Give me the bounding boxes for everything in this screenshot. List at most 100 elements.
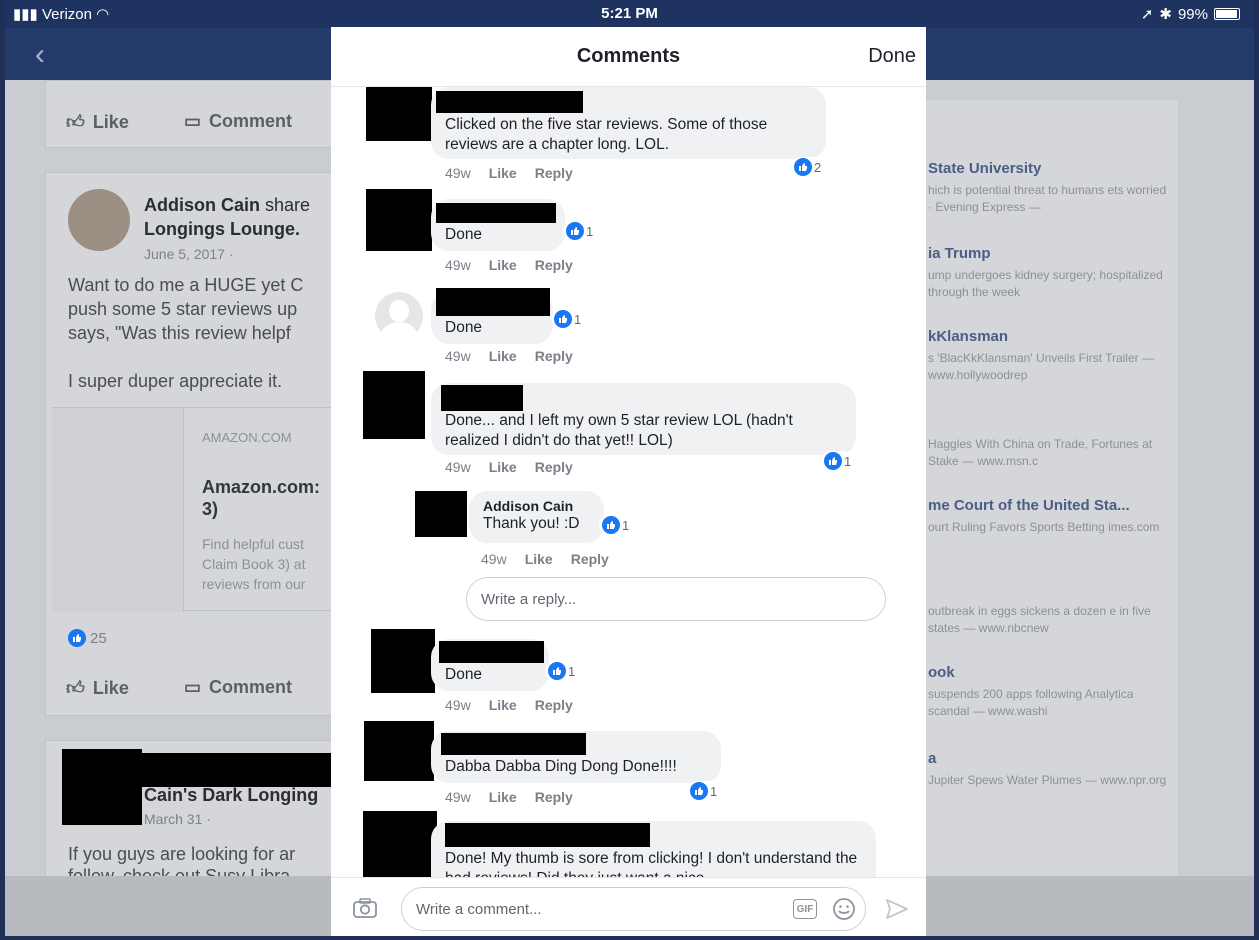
reply-input[interactable] bbox=[466, 577, 886, 621]
comment-like-link[interactable]: Like bbox=[489, 459, 517, 475]
redacted-avatar bbox=[415, 491, 467, 537]
link-desc-line: Find helpful cust bbox=[202, 536, 304, 552]
comment-bubble: Done! My thumb is sore from clicking! I … bbox=[431, 821, 876, 877]
trending-title[interactable]: kKlansman bbox=[928, 328, 1008, 345]
bluetooth-icon: ✱ bbox=[1159, 6, 1172, 23]
emoji-icon[interactable] bbox=[831, 896, 857, 922]
post-page-name[interactable]: Longings Lounge. bbox=[144, 219, 300, 239]
trending-title[interactable]: ook bbox=[928, 664, 955, 681]
comment-action[interactable]: ▭ Comment bbox=[184, 677, 292, 698]
battery-percent: 99% bbox=[1177, 5, 1208, 23]
comment-meta: 49w Like Reply bbox=[445, 697, 573, 713]
comment-label: Comment bbox=[209, 111, 293, 131]
comment-bubble: Dabba Dabba Ding Dong Done!!!! bbox=[431, 731, 721, 783]
comment-text: Done bbox=[445, 319, 483, 336]
post-text-line: If you guys are looking for ar bbox=[68, 844, 296, 864]
comment-reply-link[interactable]: Reply bbox=[535, 257, 573, 273]
like-action[interactable]: 👍︎ Like bbox=[66, 111, 129, 133]
comment-reactions[interactable]: 1 bbox=[563, 221, 597, 241]
redacted-avatar bbox=[364, 721, 434, 781]
comment-reply-link[interactable]: Reply bbox=[535, 697, 573, 713]
like-reaction-icon bbox=[548, 662, 566, 680]
send-icon[interactable] bbox=[884, 896, 910, 922]
redacted-name bbox=[142, 753, 342, 787]
comment-like-link[interactable]: Like bbox=[489, 789, 517, 805]
comment-meta: 49w Like Reply bbox=[445, 257, 573, 273]
modal-title: Comments bbox=[576, 45, 681, 67]
comment-time: 49w bbox=[445, 257, 471, 273]
comment-text: Done bbox=[445, 226, 483, 243]
redacted-avatar bbox=[363, 371, 425, 439]
trending-title[interactable]: me Court of the United Sta... bbox=[928, 497, 1130, 514]
post-date: June 5, 2017 · bbox=[144, 246, 234, 262]
camera-icon[interactable] bbox=[351, 896, 379, 920]
author-avatar[interactable] bbox=[68, 189, 130, 251]
link-title: Amazon.com: 3) bbox=[202, 476, 320, 520]
trending-subtitle: s 'BlacKkKlansman' Unveils First Trailer… bbox=[928, 351, 1154, 382]
comments-modal: Comments Done Clicked on the five star r… bbox=[331, 27, 926, 936]
comment-reactions[interactable]: 1 bbox=[545, 661, 579, 681]
comment-reactions[interactable]: 2 bbox=[791, 157, 825, 177]
post-author[interactable]: Addison Cain bbox=[144, 195, 260, 215]
link-preview[interactable]: AMAZON.COM Amazon.com: 3) Find helpful c… bbox=[52, 407, 346, 612]
redacted-author-name bbox=[436, 288, 550, 316]
like-count: 25 bbox=[90, 629, 107, 647]
default-avatar bbox=[375, 292, 423, 340]
comment-composer: GIF bbox=[331, 877, 926, 936]
link-domain: AMAZON.COM bbox=[202, 430, 292, 445]
reply-author[interactable]: Addison Cain bbox=[483, 497, 590, 515]
trending-title[interactable]: ia Trump bbox=[928, 245, 991, 262]
comment-like-link[interactable]: Like bbox=[489, 697, 517, 713]
comment-reply-link[interactable]: Reply bbox=[535, 459, 573, 475]
reply-like-link[interactable]: Like bbox=[525, 551, 553, 567]
reply-time: 49w bbox=[481, 551, 507, 567]
post-page-name[interactable]: Cain's Dark Longing bbox=[144, 785, 318, 806]
comment-bubble: Done bbox=[431, 199, 565, 251]
trending-subtitle[interactable]: Haggles With China on Trade, Fortunes at… bbox=[928, 436, 1173, 470]
trending-subtitle[interactable]: outbreak in eggs sickens a dozen e in fi… bbox=[928, 603, 1173, 637]
like-reaction-icon bbox=[554, 310, 572, 328]
ipad-screen: ▮▮▮ Verizon ◠ 5:21 PM ➚ ✱ 99% ‹ 👍︎ Like … bbox=[5, 0, 1254, 936]
feed-post-2: Cain's Dark Longing March 31 · If you gu… bbox=[45, 740, 345, 886]
like-action[interactable]: 👍︎ Like bbox=[66, 677, 129, 699]
comment-text: Done... and I left my own 5 star review … bbox=[445, 412, 793, 449]
comment-reply-link[interactable]: Reply bbox=[535, 348, 573, 364]
comment-reply-link[interactable]: Reply bbox=[535, 789, 573, 805]
comment-meta: 49w Like Reply bbox=[445, 789, 573, 805]
comment-like-link[interactable]: Like bbox=[489, 165, 517, 181]
comment-text: Dabba Dabba Ding Dong Done!!!! bbox=[445, 758, 677, 775]
redacted-author-name bbox=[439, 641, 544, 663]
reply-reactions[interactable]: 1 bbox=[599, 515, 633, 535]
post-text-line: Want to do me a HUGE yet C bbox=[68, 275, 304, 295]
status-right: ➚ ✱ 99% bbox=[1141, 5, 1240, 23]
comment-reply-link[interactable]: Reply bbox=[535, 165, 573, 181]
comment-reactions[interactable]: 1 bbox=[551, 309, 585, 329]
comment-meta: 49w Like Reply bbox=[445, 459, 573, 475]
trending-title[interactable]: State University bbox=[928, 160, 1041, 177]
like-reaction-icon bbox=[690, 782, 708, 800]
clock: 5:21 PM bbox=[601, 5, 658, 22]
comment-bubble: Done bbox=[431, 288, 553, 344]
link-desc-line: reviews from our bbox=[202, 576, 306, 592]
gif-icon[interactable]: GIF bbox=[793, 899, 817, 919]
like-label: Like bbox=[92, 677, 129, 698]
back-chevron-icon[interactable]: ‹ bbox=[35, 38, 45, 72]
redacted-avatar bbox=[366, 189, 432, 251]
comment-reactions[interactable]: 1 bbox=[687, 781, 721, 801]
comment-time: 49w bbox=[445, 348, 471, 364]
redacted-avatar bbox=[371, 629, 435, 693]
trending-title[interactable]: a bbox=[928, 750, 936, 767]
trending-sidebar: State University hich is potential threa… bbox=[920, 100, 1178, 880]
comment-like-link[interactable]: Like bbox=[489, 348, 517, 364]
comment-bubble: Done bbox=[431, 639, 549, 691]
comment-like-link[interactable]: Like bbox=[489, 257, 517, 273]
reply-reply-link[interactable]: Reply bbox=[571, 551, 609, 567]
trending-subtitle: ump undergoes kidney surgery; hospitaliz… bbox=[928, 268, 1163, 299]
comment-action[interactable]: ▭ Comment bbox=[184, 111, 292, 132]
comment-reactions[interactable]: 1 bbox=[821, 451, 855, 471]
redacted-avatar bbox=[366, 87, 432, 141]
done-button[interactable]: Done bbox=[868, 45, 916, 68]
like-reaction-icon bbox=[794, 158, 812, 176]
post-like-count[interactable]: 25 bbox=[68, 629, 107, 647]
post-text-line: push some 5 star reviews up bbox=[68, 299, 298, 319]
